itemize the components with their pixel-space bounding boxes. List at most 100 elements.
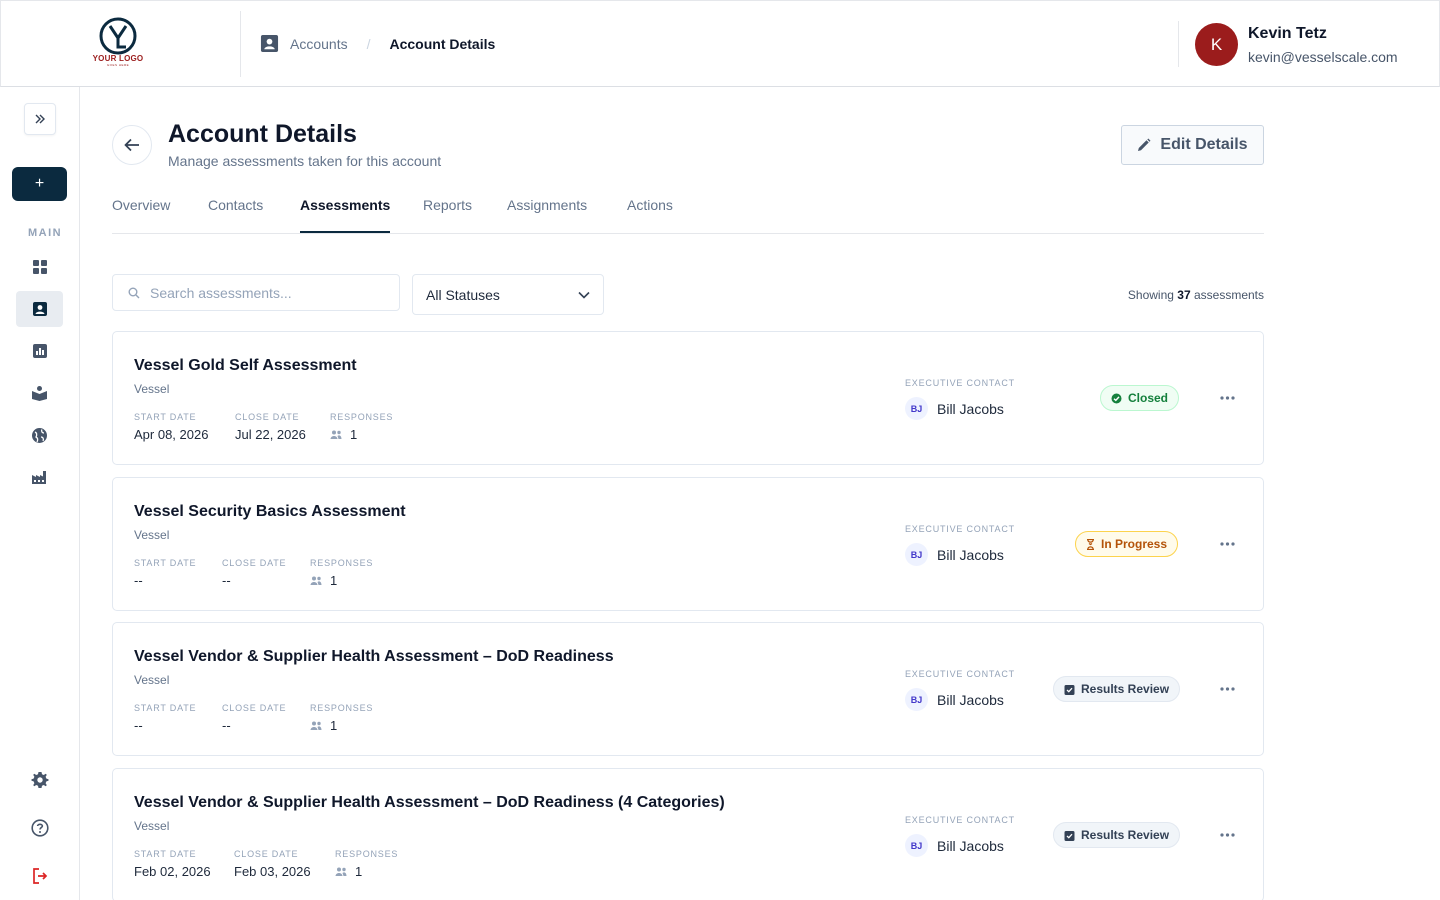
factory-icon xyxy=(32,471,46,484)
sidebar-item-accounts[interactable] xyxy=(16,291,63,327)
assessment-card[interactable]: Vessel Gold Self Assessment Vessel START… xyxy=(112,331,1264,465)
assessment-org: Vessel xyxy=(134,673,170,687)
ellipsis-icon xyxy=(1219,542,1235,546)
search-icon xyxy=(128,287,140,298)
responses: RESPONSES 1 xyxy=(310,558,374,588)
tab-actions[interactable]: Actions xyxy=(627,197,673,233)
status-badge: Results Review xyxy=(1053,822,1181,848)
contact-name: Bill Jacobs xyxy=(937,546,1004,563)
company-logo[interactable]: YOUR LOGO GOES HERE xyxy=(87,17,149,71)
executive-contact: BJ Bill Jacobs xyxy=(905,543,1004,566)
sidebar-settings[interactable] xyxy=(28,768,52,792)
start-date: START DATE Apr 08, 2026 xyxy=(134,412,209,442)
more-options-button[interactable] xyxy=(1217,825,1237,845)
contact-avatar: BJ xyxy=(905,834,928,857)
edit-details-label: Edit Details xyxy=(1160,136,1248,153)
tab-contacts[interactable]: Contacts xyxy=(208,197,263,233)
assessment-org: Vessel xyxy=(134,382,170,396)
chevron-down-icon xyxy=(578,291,590,299)
expand-sidebar-button[interactable] xyxy=(24,103,56,135)
close-date: CLOSE DATE -- xyxy=(222,558,287,588)
check-circle-icon xyxy=(1111,393,1122,403)
breadcrumb: Accounts / Account Details xyxy=(260,34,495,53)
more-options-button[interactable] xyxy=(1217,679,1237,699)
tab-assessments[interactable]: Assessments xyxy=(300,197,391,233)
assessment-title[interactable]: Vessel Gold Self Assessment xyxy=(134,357,357,375)
status-badge: Closed xyxy=(1100,385,1180,411)
close-date: CLOSE DATE Jul 22, 2026 xyxy=(235,412,306,442)
assessment-org: Vessel xyxy=(134,819,170,833)
sidebar-item-dashboard[interactable] xyxy=(16,249,63,285)
header-divider xyxy=(1178,21,1179,67)
contact-avatar: BJ xyxy=(905,397,928,420)
double-chevron-right-icon xyxy=(35,114,45,124)
help-icon xyxy=(31,819,49,837)
assessment-org: Vessel xyxy=(134,528,170,542)
sidebar-item-reports[interactable] xyxy=(16,333,63,369)
status-badge: Results Review xyxy=(1053,676,1181,702)
logo-subtext: GOES HERE xyxy=(106,63,130,67)
logo-text: YOUR LOGO xyxy=(92,54,144,63)
accounts-icon xyxy=(32,302,47,316)
clipboard-check-icon xyxy=(1064,830,1075,841)
executive-contact-label: EXECUTIVE CONTACT xyxy=(905,378,1015,388)
sidebar-logout[interactable] xyxy=(28,864,52,888)
assessment-card[interactable]: Vessel Vendor & Supplier Health Assessme… xyxy=(112,622,1264,756)
results-count: Showing 37 assessments xyxy=(1127,288,1264,302)
results-count-number: 37 xyxy=(1177,288,1191,302)
assessment-title[interactable]: Vessel Security Basics Assessment xyxy=(134,503,406,521)
executive-contact: BJ Bill Jacobs xyxy=(905,397,1004,420)
breadcrumb-current: Account Details xyxy=(389,35,496,52)
settings-icon xyxy=(31,772,49,788)
learning-icon xyxy=(32,386,47,401)
sidebar-help[interactable] xyxy=(28,816,52,840)
assessment-card[interactable]: Vessel Security Basics Assessment Vessel… xyxy=(112,477,1264,611)
search-box xyxy=(112,274,400,311)
user-avatar[interactable]: K xyxy=(1195,23,1238,66)
sidebar-item-learning[interactable] xyxy=(16,375,63,411)
add-new-button[interactable]: + xyxy=(12,167,67,201)
hourglass-icon xyxy=(1087,538,1094,550)
responses: RESPONSES 1 xyxy=(310,703,374,733)
tab-reports[interactable]: Reports xyxy=(423,197,472,233)
status-filter-select[interactable]: All Statuses xyxy=(412,274,604,315)
search-input[interactable] xyxy=(150,284,390,301)
tab-bar: Overview Contacts Assessments Reports As… xyxy=(112,188,1264,234)
pencil-icon xyxy=(1138,138,1151,151)
more-options-button[interactable] xyxy=(1217,534,1237,554)
status-badge: In Progress xyxy=(1075,531,1179,557)
people-icon xyxy=(310,721,322,730)
nav-section-label: MAIN xyxy=(28,227,63,239)
more-options-button[interactable] xyxy=(1217,388,1237,408)
tab-overview[interactable]: Overview xyxy=(112,197,170,233)
executive-contact-label: EXECUTIVE CONTACT xyxy=(905,669,1015,679)
tab-assignments[interactable]: Assignments xyxy=(507,197,587,233)
assessment-title[interactable]: Vessel Vendor & Supplier Health Assessme… xyxy=(134,794,725,812)
sidebar: + MAIN xyxy=(0,87,80,900)
executive-contact: BJ Bill Jacobs xyxy=(905,688,1004,711)
close-date: CLOSE DATE -- xyxy=(222,703,287,733)
ellipsis-icon xyxy=(1219,396,1235,400)
breadcrumb-accounts-link[interactable]: Accounts xyxy=(290,36,348,52)
top-header: YOUR LOGO GOES HERE Accounts / Account D… xyxy=(0,0,1440,87)
start-date: START DATE -- xyxy=(134,703,197,733)
sidebar-item-factory[interactable] xyxy=(16,459,63,495)
dashboard-icon xyxy=(32,260,47,274)
sidebar-item-globe[interactable] xyxy=(16,417,63,453)
page-subtitle: Manage assessments taken for this accoun… xyxy=(168,153,442,169)
breadcrumb-separator: / xyxy=(366,35,371,52)
back-button[interactable] xyxy=(112,125,152,165)
people-icon xyxy=(310,576,322,585)
assessment-card[interactable]: Vessel Vendor & Supplier Health Assessme… xyxy=(112,768,1264,900)
edit-details-button[interactable]: Edit Details xyxy=(1121,125,1264,165)
globe-icon xyxy=(32,427,47,443)
logo-mark-icon xyxy=(99,17,137,55)
user-email: kevin@vesselscale.com xyxy=(1248,49,1398,65)
start-date: START DATE -- xyxy=(134,558,197,588)
ellipsis-icon xyxy=(1219,687,1235,691)
header-divider xyxy=(240,11,241,77)
executive-contact-label: EXECUTIVE CONTACT xyxy=(905,524,1015,534)
assessment-title[interactable]: Vessel Vendor & Supplier Health Assessme… xyxy=(134,648,614,666)
contact-name: Bill Jacobs xyxy=(937,837,1004,854)
contact-name: Bill Jacobs xyxy=(937,400,1004,417)
